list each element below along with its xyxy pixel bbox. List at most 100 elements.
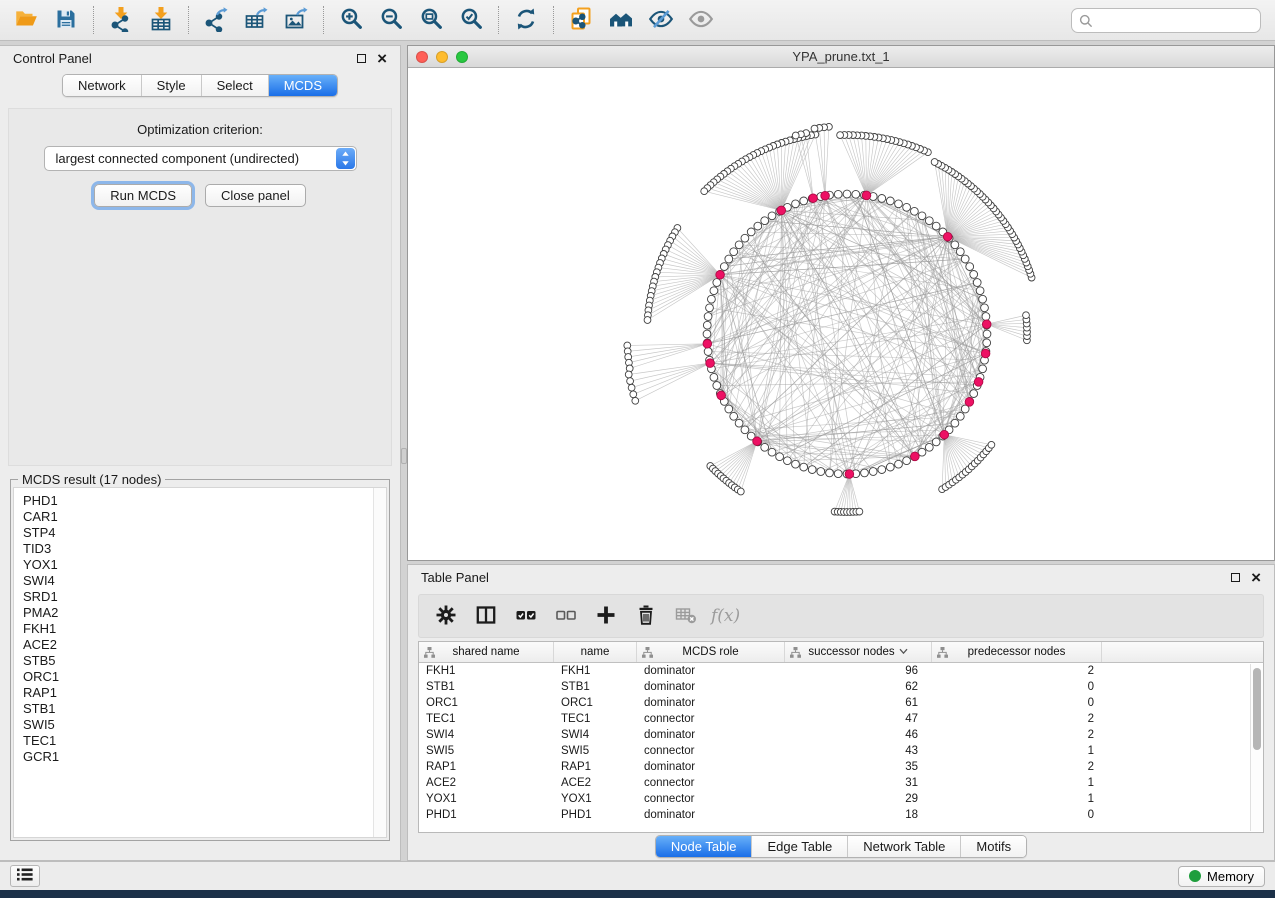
save-session-button[interactable] <box>48 4 84 36</box>
table-scrollbar-thumb[interactable] <box>1253 668 1261 750</box>
table-row[interactable]: FKH1FKH1dominator962 <box>419 663 1263 679</box>
table-row[interactable]: RAP1RAP1dominator352 <box>419 759 1263 775</box>
open-file-button[interactable] <box>8 4 44 36</box>
vertical-splitter[interactable] <box>401 45 407 861</box>
tab-node-table[interactable]: Node Table <box>656 836 752 857</box>
add-column-button[interactable] <box>591 601 621 631</box>
clone-network-button[interactable] <box>563 4 599 36</box>
import-table-button[interactable] <box>143 4 179 36</box>
zoom-fit-button[interactable] <box>413 4 449 36</box>
table-row[interactable]: SWI5SWI5connector431 <box>419 743 1263 759</box>
mcds-result-item[interactable]: STB5 <box>23 653 372 669</box>
table-cell: dominator <box>637 729 785 741</box>
table-row[interactable]: SWI4SWI4dominator462 <box>419 727 1263 743</box>
column-browser-button[interactable] <box>471 601 501 631</box>
task-history-button[interactable] <box>10 865 40 887</box>
table-cell: PHD1 <box>419 809 554 821</box>
mcds-result-item[interactable]: TEC1 <box>23 733 372 749</box>
splitter-grabber-icon[interactable] <box>401 448 407 464</box>
network-graph[interactable] <box>408 68 1274 560</box>
mcds-result-item[interactable]: GCR1 <box>23 749 372 765</box>
mcds-result-item[interactable]: ACE2 <box>23 637 372 653</box>
tab-mcds[interactable]: MCDS <box>268 75 337 96</box>
mcds-result-item[interactable]: RAP1 <box>23 685 372 701</box>
mcds-result-title: MCDS result (17 nodes) <box>18 472 165 487</box>
mcds-result-item[interactable]: SWI5 <box>23 717 372 733</box>
mcds-result-list[interactable]: PHD1CAR1STP4TID3YOX1SWI4SRD1PMA2FKH1ACE2… <box>13 487 387 838</box>
close-table-panel-icon[interactable]: × <box>1251 571 1261 585</box>
tab-network[interactable]: Network <box>63 75 141 96</box>
import-table-icon <box>148 6 174 35</box>
tab-motifs[interactable]: Motifs <box>960 836 1026 857</box>
mcds-result-item[interactable]: TID3 <box>23 541 372 557</box>
table-scrollbar[interactable] <box>1250 664 1263 831</box>
maximize-window-icon[interactable] <box>456 51 468 63</box>
table-row[interactable]: STB1STB1dominator620 <box>419 679 1263 695</box>
tab-style[interactable]: Style <box>141 75 201 96</box>
delete-column-button[interactable] <box>631 601 661 631</box>
float-table-panel-icon[interactable] <box>1231 573 1240 582</box>
run-mcds-button[interactable]: Run MCDS <box>94 184 192 207</box>
minimize-window-icon[interactable] <box>436 51 448 63</box>
mcds-result-item[interactable]: SWI4 <box>23 573 372 589</box>
mcds-result-item[interactable]: CAR1 <box>23 509 372 525</box>
select-stepper-icon <box>336 148 355 169</box>
network-satellite-nodes[interactable] <box>624 123 1035 515</box>
zoom-in-button[interactable] <box>333 4 369 36</box>
table-cell: 2 <box>932 713 1102 725</box>
tab-select[interactable]: Select <box>201 75 268 96</box>
deselect-all-button[interactable] <box>551 601 581 631</box>
export-table-button[interactable] <box>238 4 274 36</box>
import-network-button[interactable] <box>103 4 139 36</box>
export-image-button[interactable] <box>278 4 314 36</box>
column-header-predecessor-nodes[interactable]: predecessor nodes <box>932 642 1102 662</box>
network-canvas[interactable] <box>408 68 1274 560</box>
mcds-result-item[interactable]: STP4 <box>23 525 372 541</box>
table-cell: 35 <box>785 761 932 773</box>
hide-selected-button[interactable] <box>643 4 679 36</box>
select-all-button[interactable] <box>511 601 541 631</box>
mcds-result-item[interactable]: FKH1 <box>23 621 372 637</box>
zoom-out-button[interactable] <box>373 4 409 36</box>
table-row[interactable]: ORC1ORC1dominator610 <box>419 695 1263 711</box>
search-input[interactable] <box>1071 8 1261 33</box>
toolbar-group <box>103 4 179 36</box>
svg-text:f(x): f(x) <box>709 606 740 626</box>
mcds-result-item[interactable]: STB1 <box>23 701 372 717</box>
column-header-successor-nodes[interactable]: successor nodes <box>785 642 932 662</box>
table-row[interactable]: YOX1YOX1connector291 <box>419 791 1263 807</box>
memory-button[interactable]: Memory <box>1178 866 1265 887</box>
sort-chevron-icon[interactable] <box>899 646 908 658</box>
close-panel-button[interactable]: Close panel <box>205 184 306 207</box>
export-network-button[interactable] <box>198 4 234 36</box>
table-row[interactable]: TEC1TEC1connector472 <box>419 711 1263 727</box>
tab-edge-table[interactable]: Edge Table <box>751 836 847 857</box>
table-row[interactable]: PHD1PHD1dominator180 <box>419 807 1263 823</box>
column-header-shared-name[interactable]: shared name <box>419 642 554 662</box>
toolbar-group <box>198 4 314 36</box>
mcds-result-item[interactable]: PHD1 <box>23 493 372 509</box>
tab-network-table[interactable]: Network Table <box>847 836 960 857</box>
zoom-selected-button[interactable] <box>453 4 489 36</box>
network-window-titlebar[interactable]: YPA_prune.txt_1 <box>408 46 1274 68</box>
table-cell: 18 <box>785 809 932 821</box>
first-neighbors-button[interactable] <box>603 4 639 36</box>
result-list-scrollbar[interactable] <box>373 488 386 837</box>
clone-network-icon <box>568 6 594 35</box>
column-header-mcds-role[interactable]: MCDS role <box>637 642 785 662</box>
window-traffic-lights <box>408 51 468 63</box>
column-header-name[interactable]: name <box>554 642 637 662</box>
table-row[interactable]: ACE2ACE2connector311 <box>419 775 1263 791</box>
show-all-button[interactable] <box>683 4 719 36</box>
mcds-result-item[interactable]: ORC1 <box>23 669 372 685</box>
refresh-layout-button[interactable] <box>508 4 544 36</box>
close-window-icon[interactable] <box>416 51 428 63</box>
mcds-result-item[interactable]: YOX1 <box>23 557 372 573</box>
close-panel-icon[interactable]: × <box>377 52 387 66</box>
settings-button[interactable] <box>431 601 461 631</box>
float-panel-icon[interactable] <box>357 54 366 63</box>
mcds-result-item[interactable]: SRD1 <box>23 589 372 605</box>
mcds-result-item[interactable]: PMA2 <box>23 605 372 621</box>
first-neighbors-icon <box>608 6 634 35</box>
criterion-select[interactable]: largest connected component (undirected) <box>44 146 357 171</box>
